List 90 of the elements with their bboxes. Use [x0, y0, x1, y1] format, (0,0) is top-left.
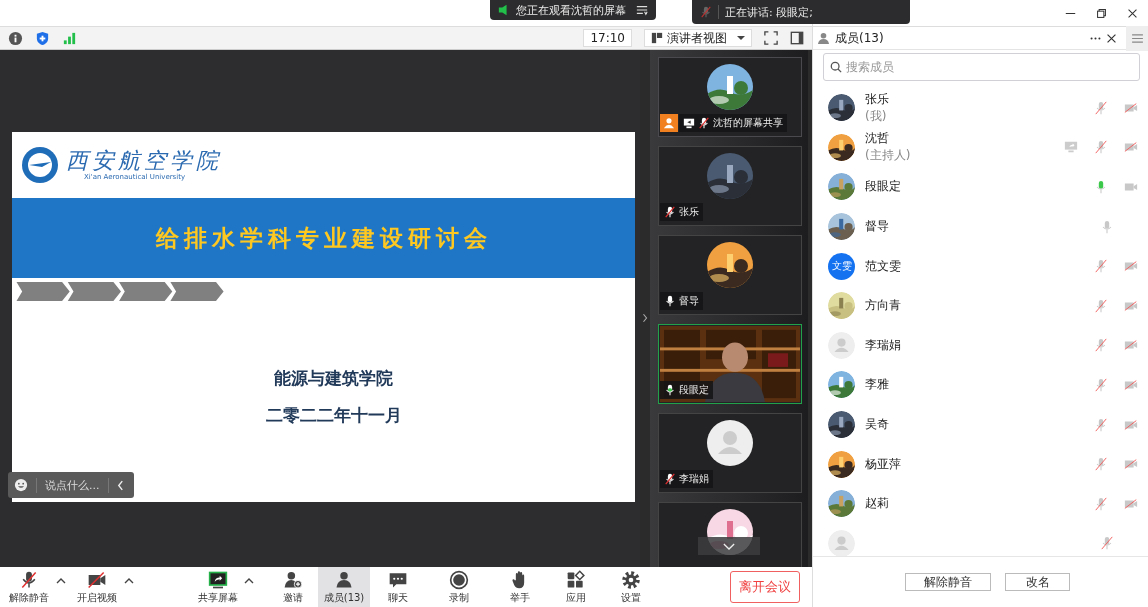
- invite-button[interactable]: 邀请: [268, 567, 318, 607]
- panel-title: 成员(13): [835, 29, 884, 47]
- hand-button[interactable]: 举手: [492, 567, 548, 607]
- participant-name: 李瑞娟: [679, 472, 709, 486]
- camera-off-icon: [87, 569, 107, 590]
- member-name: 段眼定: [865, 178, 902, 196]
- menu-icon: [1131, 33, 1143, 43]
- emoji-icon[interactable]: [14, 478, 28, 492]
- menu-icon[interactable]: [636, 4, 648, 16]
- participant-name: 张乐: [679, 205, 699, 219]
- video-button[interactable]: 开启视频: [72, 567, 122, 607]
- member-role: (主持人): [865, 147, 912, 165]
- video-tile[interactable]: 张乐: [658, 146, 802, 226]
- layout-icon: [651, 32, 663, 44]
- member-name: 张乐: [865, 90, 890, 108]
- member-row[interactable]: 督导: [813, 206, 1148, 247]
- chevron-down-icon: [723, 542, 735, 550]
- video-tile[interactable]: 李瑞娟: [658, 413, 802, 493]
- close-icon[interactable]: [1106, 32, 1117, 44]
- meeting-timer: 17:10: [583, 29, 632, 47]
- record-icon: [449, 569, 469, 590]
- collapse-icon[interactable]: [116, 479, 124, 491]
- unmute-button[interactable]: 解除静音: [905, 573, 991, 591]
- mic-muted-icon: [19, 569, 39, 590]
- avatar-initials: 文雯: [828, 252, 855, 280]
- chevron-right-icon: [642, 313, 648, 323]
- scroll-down-button[interactable]: [698, 537, 760, 555]
- chat-button[interactable]: 聊天: [370, 567, 426, 607]
- logo-title: 西安航空学院: [66, 148, 222, 173]
- shield-icon[interactable]: [35, 30, 50, 46]
- speaker-icon: [498, 4, 510, 16]
- member-row[interactable]: 段眼定: [813, 167, 1148, 207]
- caret-icon[interactable]: [244, 578, 254, 584]
- sidebar-toggle-icon[interactable]: [790, 31, 804, 45]
- slide-text: 能源与建筑学院: [274, 367, 393, 390]
- member-name: 赵莉: [865, 495, 890, 513]
- apps-button[interactable]: 应用: [548, 567, 604, 607]
- share-button[interactable]: 共享屏幕: [194, 567, 242, 607]
- member-row[interactable]: 李雅: [813, 365, 1148, 405]
- settings-button[interactable]: 设置: [604, 567, 658, 607]
- restore-icon[interactable]: [1096, 7, 1107, 19]
- video-tile[interactable]: 督导: [658, 235, 802, 315]
- viewing-notice: 您正在观看沈哲的屏幕: [516, 2, 626, 18]
- record-button[interactable]: 录制: [426, 567, 492, 607]
- member-row[interactable]: 方向青: [813, 285, 1148, 326]
- view-mode-dropdown[interactable]: 演讲者视图: [644, 29, 752, 47]
- member-role: (我): [865, 107, 888, 125]
- member-row[interactable]: 张乐 (我): [813, 88, 1148, 128]
- chat-input[interactable]: 说点什么...: [8, 472, 134, 498]
- participant-name: 督导: [679, 294, 699, 308]
- mic-muted-icon: [700, 6, 712, 18]
- mic-button[interactable]: 解除静音: [4, 567, 54, 607]
- participant-name: 沈哲的屏幕共享: [713, 116, 783, 130]
- emblem-icon: [20, 145, 60, 185]
- caret-icon[interactable]: [56, 578, 66, 584]
- member-row[interactable]: 杨亚萍: [813, 444, 1148, 484]
- member-row[interactable]: 文雯 范文雯: [813, 246, 1148, 286]
- fullscreen-icon[interactable]: [764, 31, 778, 45]
- member-name: 吴奇: [865, 416, 890, 434]
- speaking-notice: 正在讲话: 段眼定;: [725, 4, 813, 20]
- caret-icon[interactable]: [124, 578, 134, 584]
- member-name: 杨亚萍: [865, 455, 902, 473]
- members-button[interactable]: 成员(13): [318, 567, 370, 607]
- slide-text: 二零二二年十一月: [265, 404, 402, 427]
- search-icon: [830, 61, 842, 73]
- member-row[interactable]: 吴奇: [813, 404, 1148, 445]
- video-tile[interactable]: 段眼定: [658, 324, 802, 404]
- video-tile[interactable]: 沈哲的屏幕共享: [658, 57, 802, 137]
- search-field[interactable]: 搜索成员: [823, 53, 1140, 81]
- participant-name: 段眼定: [679, 383, 709, 397]
- slide-title: 给排水学科专业建设研讨会: [155, 223, 492, 253]
- member-row[interactable]: 李瑞娟: [813, 325, 1148, 366]
- member-name: 李瑞娟: [865, 336, 902, 354]
- member-name: 范文雯: [865, 257, 902, 275]
- member-name: 督导: [865, 218, 890, 236]
- member-name: 李雅: [865, 376, 890, 394]
- member-name: 沈哲: [865, 130, 890, 148]
- apps-icon: [566, 569, 586, 590]
- menu-button[interactable]: [1126, 25, 1148, 51]
- caret-icon: [737, 35, 745, 41]
- close-icon[interactable]: [1127, 7, 1138, 19]
- member-name: 方向青: [865, 297, 902, 315]
- person-icon: [817, 31, 830, 45]
- avatar-icon: [828, 331, 855, 359]
- avatar-icon: [707, 420, 753, 466]
- leave-meeting-button[interactable]: 离开会议: [730, 571, 800, 603]
- member-row[interactable]: 赵莉: [813, 483, 1148, 524]
- rename-button[interactable]: 改名: [1005, 573, 1070, 591]
- people-icon: [334, 569, 354, 590]
- info-icon[interactable]: [8, 30, 23, 46]
